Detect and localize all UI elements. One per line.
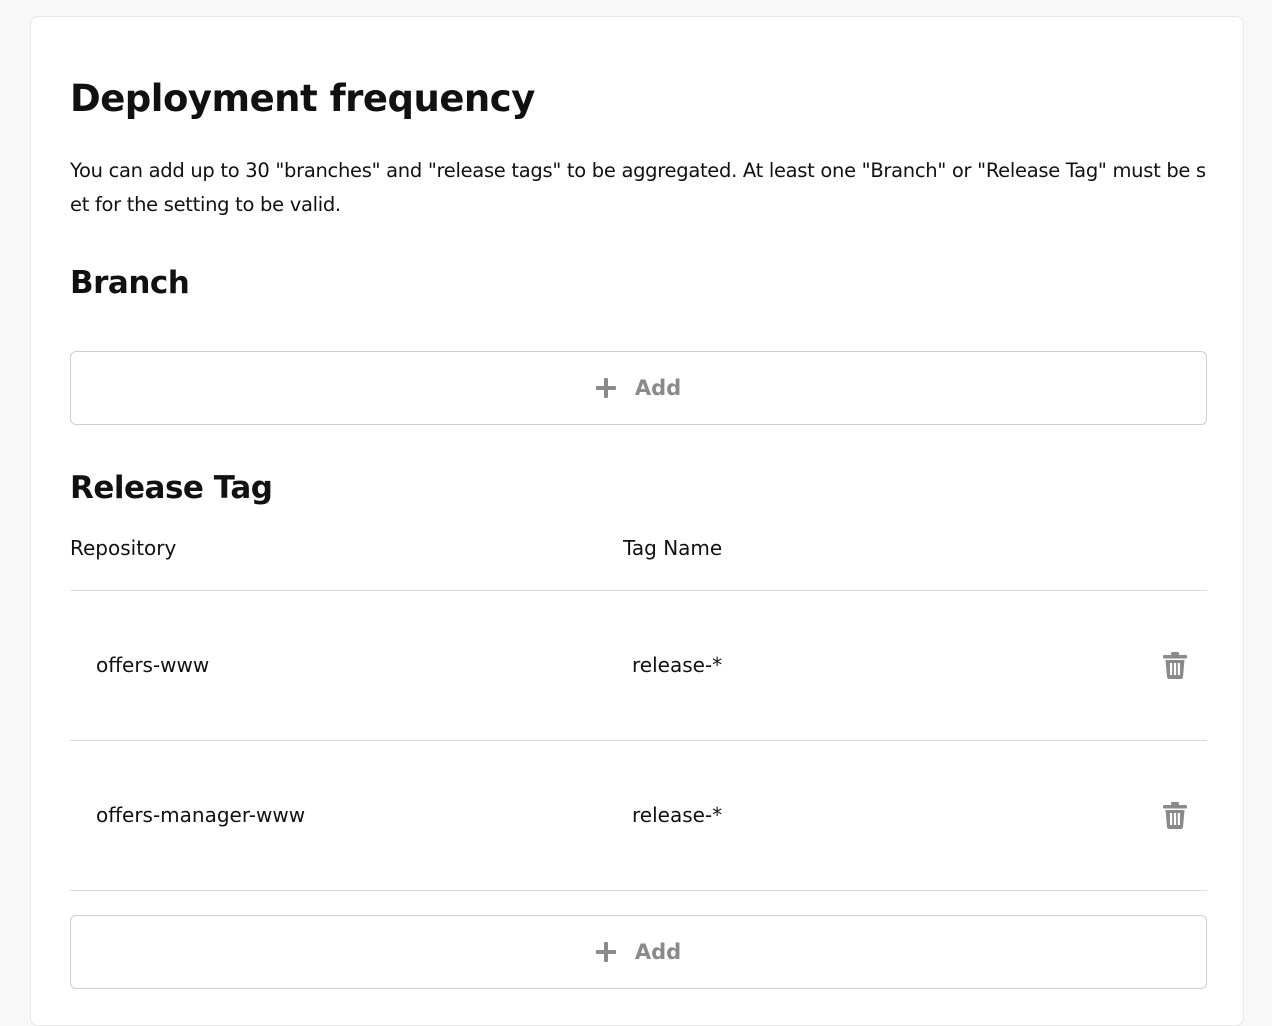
settings-card: Deployment frequency You can add up to 3… xyxy=(30,16,1244,1026)
tag-name-cell: release-* xyxy=(632,653,723,677)
repository-cell: offers-manager-www xyxy=(96,803,306,827)
page-title: Deployment frequency xyxy=(70,77,535,120)
release-tag-section-title: Release Tag xyxy=(70,470,273,506)
plus-icon xyxy=(595,378,616,398)
add-release-tag-button[interactable]: Add xyxy=(70,915,1207,989)
release-tag-table-header: Repository Tag Name xyxy=(70,531,1207,591)
add-branch-button[interactable]: Add xyxy=(70,351,1207,425)
add-branch-label: Add xyxy=(634,376,682,400)
column-header-tag-name: Tag Name xyxy=(623,536,723,560)
add-release-tag-label: Add xyxy=(634,940,682,964)
repository-cell: offers-www xyxy=(96,653,210,677)
trash-icon xyxy=(1163,651,1187,679)
plus-icon xyxy=(595,942,616,962)
delete-row-button[interactable] xyxy=(1160,800,1190,830)
delete-row-button[interactable] xyxy=(1160,650,1190,680)
table-row: offers-manager-www release-* xyxy=(70,740,1207,891)
table-row: offers-www release-* xyxy=(70,590,1207,741)
trash-icon xyxy=(1163,801,1187,829)
tag-name-cell: release-* xyxy=(632,803,723,827)
branch-section-title: Branch xyxy=(70,265,190,301)
settings-description: You can add up to 30 "branches" and "rel… xyxy=(70,159,1206,216)
column-header-repository: Repository xyxy=(70,536,177,560)
